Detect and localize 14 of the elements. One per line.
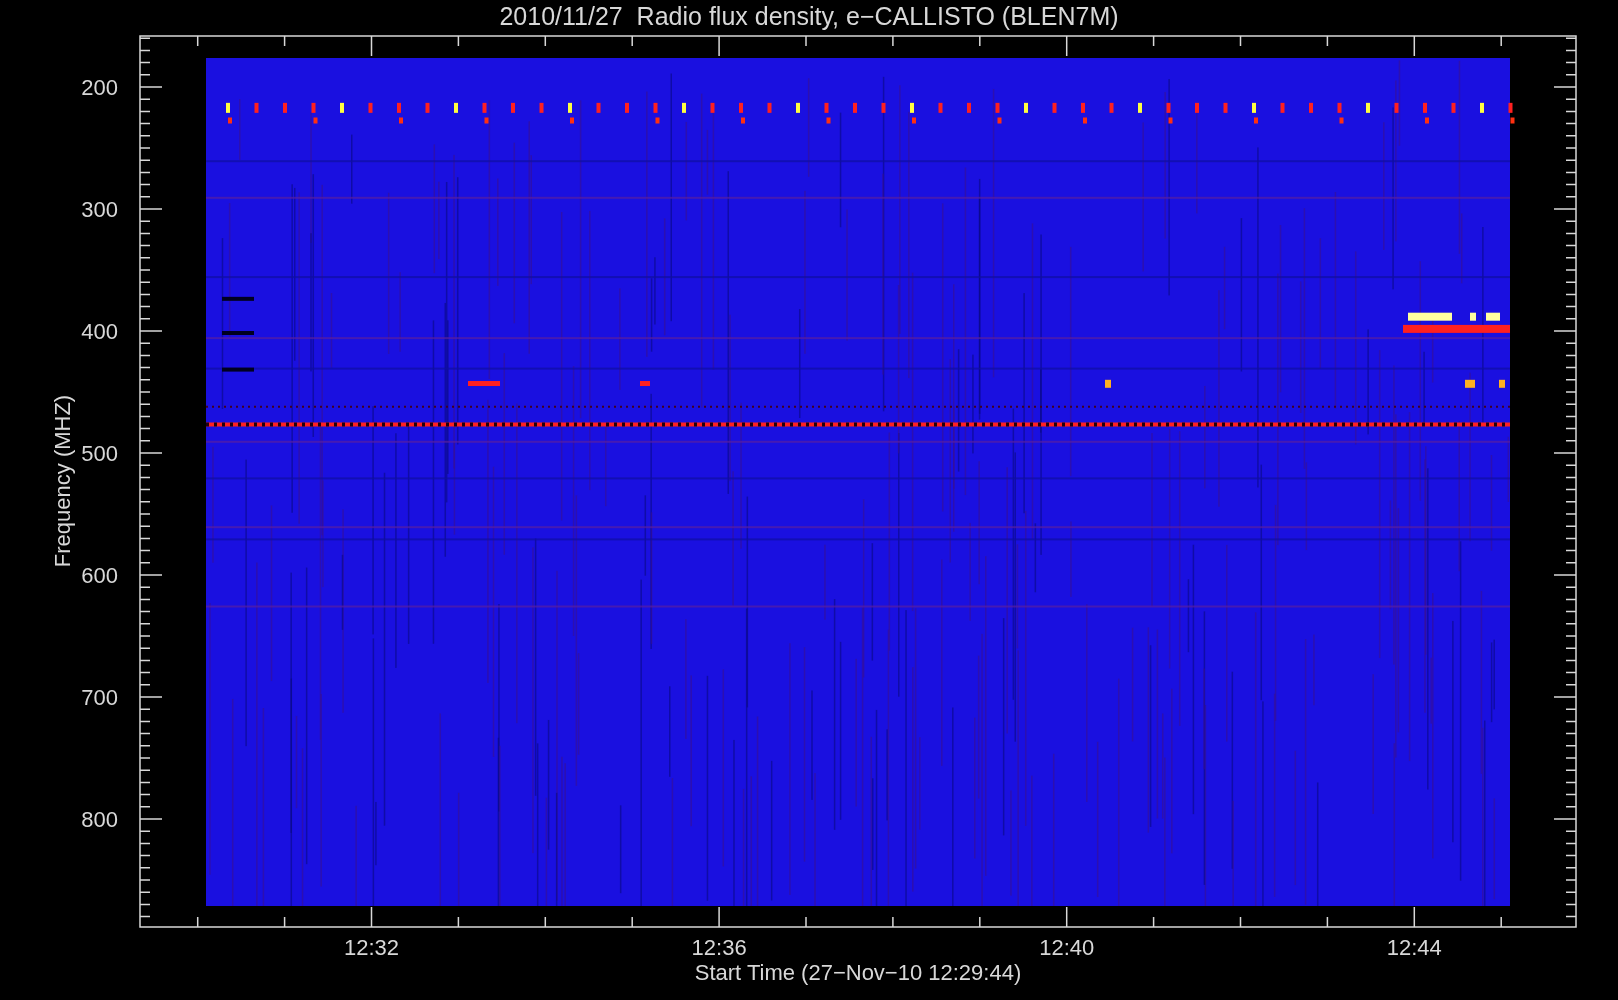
y-tick-label: 300 <box>81 197 118 222</box>
y-tick-label: 600 <box>81 563 118 588</box>
x-axis-label: Start Time (27−Nov−10 12:29:44) <box>694 960 1022 985</box>
x-tick-label: 12:44 <box>1386 935 1442 960</box>
chart-title: 2010/11/27 Radio flux density, e−CALLISTO (BLEN7M) <box>499 2 1119 30</box>
y-tick-label: 800 <box>81 807 118 832</box>
y-tick-label: 400 <box>81 319 118 344</box>
y-tick-label: 200 <box>81 75 118 100</box>
y-tick-label: 700 <box>81 685 118 710</box>
x-tick-label: 12:32 <box>343 935 400 960</box>
x-tick-label: 12:40 <box>1039 935 1095 960</box>
x-tick-label: 12:36 <box>691 935 747 960</box>
y-tick-label: 500 <box>81 441 118 466</box>
y-axis-label: Frequency (MHZ) <box>50 394 75 568</box>
